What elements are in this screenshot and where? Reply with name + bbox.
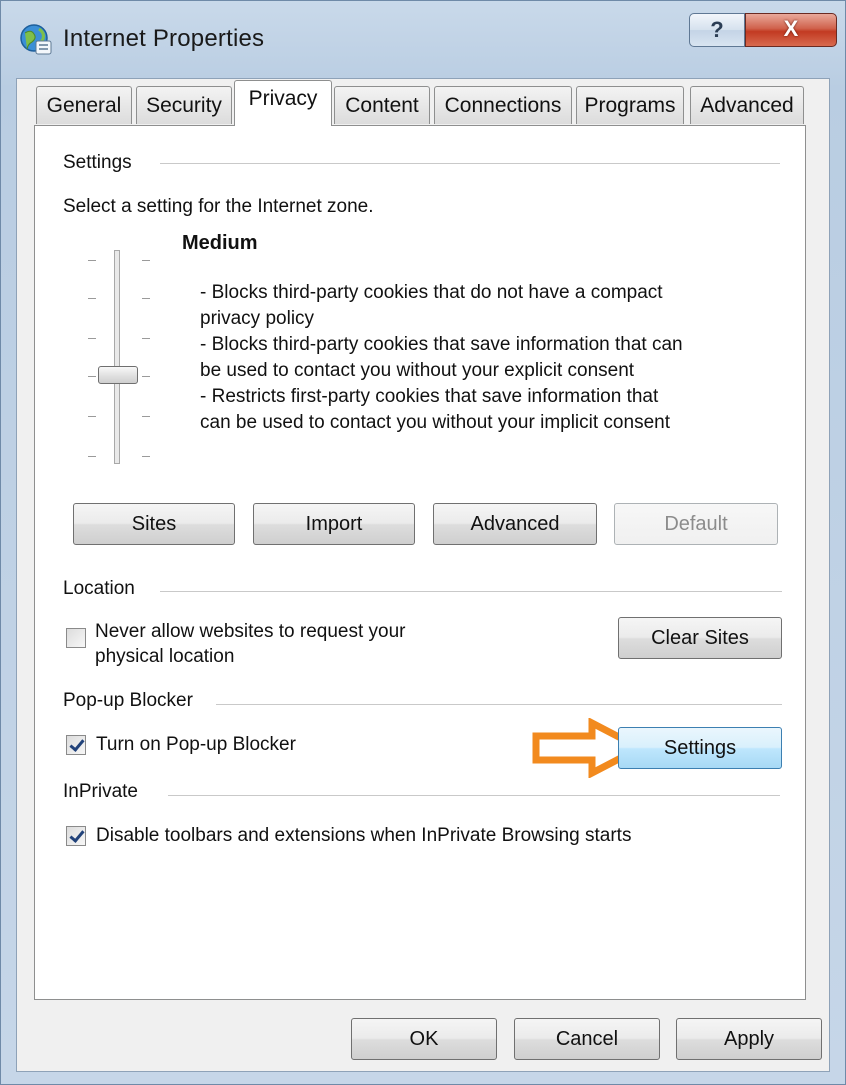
slider-tick (88, 260, 96, 261)
description-line: privacy policy (200, 308, 315, 329)
settings-group-label: Settings (63, 152, 140, 174)
tab-content[interactable]: Content (334, 86, 430, 124)
advanced-button[interactable]: Advanced (433, 503, 597, 545)
description-line: - Blocks third-party cookies that do not… (200, 282, 663, 303)
tab-security[interactable]: Security (136, 86, 232, 124)
never-allow-location-checkbox[interactable] (66, 628, 86, 648)
slider-tick (142, 456, 150, 457)
settings-group-divider (160, 163, 780, 164)
description-line: can be used to contact you without your … (200, 412, 670, 433)
slider-tick (88, 456, 96, 457)
never-allow-location-label[interactable]: Never allow websites to request your phy… (95, 619, 405, 669)
import-button[interactable]: Import (253, 503, 415, 545)
slider-tick (88, 298, 96, 299)
close-button[interactable]: X (745, 13, 837, 47)
description-line: be used to contact you without your expl… (200, 360, 635, 381)
popup-blocker-checkbox[interactable] (66, 735, 86, 755)
inprivate-group-divider (168, 795, 780, 796)
slider-tick (142, 416, 150, 417)
tab-connections[interactable]: Connections (434, 86, 572, 124)
clear-sites-button[interactable]: Clear Sites (618, 617, 782, 659)
popup-group-divider (216, 704, 782, 705)
window-title: Internet Properties (63, 25, 265, 52)
disable-toolbars-checkbox[interactable] (66, 826, 86, 846)
tab-privacy[interactable]: Privacy (234, 80, 332, 126)
privacy-level-name: Medium (182, 232, 258, 254)
privacy-level-description: - Blocks third-party cookies that do not… (200, 280, 780, 436)
slider-tick (88, 338, 96, 339)
popup-blocker-label[interactable]: Turn on Pop-up Blocker (96, 734, 296, 756)
slider-tick (142, 376, 150, 377)
location-label-line: Never allow websites to request your (95, 621, 406, 642)
tab-advanced[interactable]: Advanced (690, 86, 804, 124)
apply-button[interactable]: Apply (676, 1018, 822, 1060)
popup-settings-button[interactable]: Settings (618, 727, 782, 769)
slider-tick (142, 338, 150, 339)
help-button[interactable]: ? (689, 13, 745, 47)
location-group-label: Location (63, 578, 143, 600)
zone-prompt: Select a setting for the Internet zone. (63, 196, 374, 217)
inprivate-group-label: InPrivate (63, 781, 146, 803)
internet-globe-icon (20, 24, 52, 55)
slider-tick (142, 298, 150, 299)
cancel-button[interactable]: Cancel (514, 1018, 660, 1060)
slider-tick (88, 416, 96, 417)
slider-tick (142, 260, 150, 261)
disable-toolbars-label[interactable]: Disable toolbars and extensions when InP… (96, 825, 631, 847)
slider-track[interactable] (114, 250, 120, 464)
location-group-divider (160, 591, 782, 592)
slider-tick (88, 376, 96, 377)
tab-programs[interactable]: Programs (576, 86, 684, 124)
ok-button[interactable]: OK (351, 1018, 497, 1060)
default-button: Default (614, 503, 778, 545)
description-line: - Blocks third-party cookies that save i… (200, 334, 683, 355)
sites-button[interactable]: Sites (73, 503, 235, 545)
slider-thumb[interactable] (98, 366, 138, 384)
title-bar: Internet Properties ? X (1, 1, 846, 73)
privacy-tab-panel (34, 125, 806, 1000)
popup-group-label: Pop-up Blocker (63, 690, 201, 712)
tab-general[interactable]: General (36, 86, 132, 124)
description-line: - Restricts first-party cookies that sav… (200, 386, 659, 407)
location-label-line: physical location (95, 646, 235, 667)
